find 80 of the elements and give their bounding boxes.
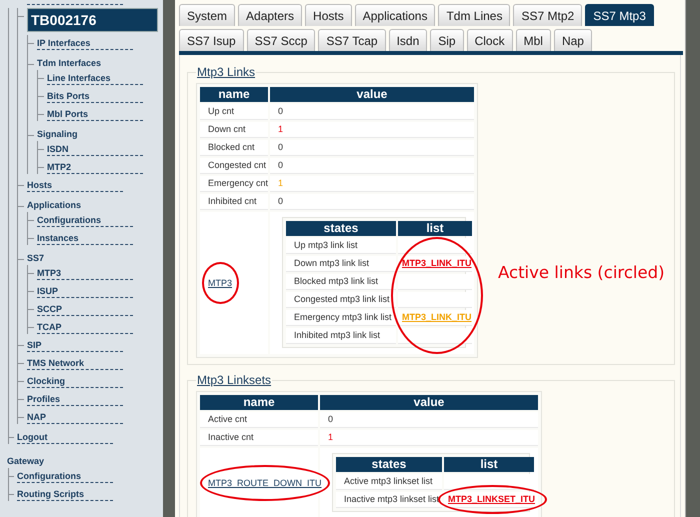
tree-item[interactable]: Configurations (37, 212, 133, 227)
table-cell: 0 (270, 194, 474, 210)
table-cell: Up cnt (200, 104, 268, 120)
table-cell: Down cnt (200, 122, 268, 138)
column-header: list (398, 221, 472, 236)
table-cell: 1 (270, 176, 474, 192)
tree-item[interactable]: TMS Network (27, 355, 123, 370)
table-cell: Inhibited cnt (200, 194, 268, 210)
tab[interactable]: Applications (354, 4, 436, 26)
tab[interactable]: SS7 Mtp2 (513, 4, 582, 26)
tab[interactable]: Mbl (516, 29, 551, 51)
tree-item[interactable]: Signaling (37, 127, 163, 141)
selected-tree-item[interactable]: TB002176 (27, 8, 158, 32)
table-cell: 1 (270, 122, 474, 138)
table-cell: 0 (270, 140, 474, 156)
tree-item[interactable]: SS7 (27, 251, 163, 265)
table-cell: 0 (320, 412, 538, 428)
table-cell: Congested cnt (200, 158, 268, 174)
tree-item[interactable]: Instances (37, 230, 133, 245)
column-header: name (200, 395, 318, 410)
tree-item[interactable]: Clocking (27, 373, 123, 388)
tree-item[interactable]: NAP (27, 409, 123, 424)
table-cell: Inhibited mtp3 link list (286, 328, 396, 344)
tree-item[interactable]: Bits Ports (47, 88, 143, 103)
tree-item[interactable]: Tdm Interfaces (37, 56, 163, 70)
tab[interactable]: Sip (430, 29, 464, 51)
link-name[interactable]: MTP3_LINK_ITU (402, 258, 472, 268)
tree-item[interactable]: ISDN (47, 141, 143, 156)
tree-item[interactable]: SIP (27, 337, 123, 352)
column-header: list (444, 457, 534, 472)
table-cell: 0 (270, 104, 474, 120)
tab[interactable]: Adapters (238, 4, 302, 26)
section-title: Mtp3 Links (196, 65, 256, 79)
column-header: states (286, 221, 396, 236)
sidebar-heading: Gateway (7, 456, 46, 466)
table-cell: Emergency cnt (200, 176, 268, 192)
logout-link[interactable]: Logout (17, 429, 113, 444)
section-title: Mtp3 Linksets (196, 373, 272, 387)
tree-item[interactable]: Mbl Ports (47, 106, 143, 121)
name-link[interactable]: MTP3 (208, 278, 232, 288)
table-cell: Up mtp3 link list (286, 238, 396, 254)
column-header: value (270, 87, 474, 102)
tab[interactable]: Nap (554, 29, 592, 51)
tree-item[interactable]: Routing Scripts (17, 486, 113, 501)
tree-item[interactable]: SCCP (37, 301, 133, 316)
table-cell: Inactive cnt (200, 430, 318, 446)
tab[interactable]: Clock (466, 29, 513, 51)
tree-item[interactable]: ISUP (37, 283, 133, 298)
tab[interactable]: SS7 Tcap (318, 29, 386, 51)
table-cell: Active cnt (200, 412, 318, 428)
tree-item[interactable]: Applications (27, 198, 163, 212)
table-cell: Active mtp3 linkset list (336, 474, 442, 490)
column-header: name (200, 87, 268, 102)
table-cell: 1 (320, 430, 538, 446)
tree-item[interactable]: Profiles (27, 391, 123, 406)
table-cell: Blocked mtp3 link list (286, 274, 396, 290)
tree-item[interactable]: MTP2 (47, 159, 143, 174)
tree-item[interactable]: Line Interfaces (47, 70, 143, 85)
annotation-text: Active links (circled) (498, 263, 665, 282)
column-header: value (320, 395, 538, 410)
table-cell: Down mtp3 link list (286, 256, 396, 272)
tab[interactable]: SS7 Mtp3 (585, 4, 654, 26)
tab[interactable]: System (179, 4, 236, 26)
tree-item[interactable]: IP Interfaces (37, 35, 133, 50)
name-link[interactable]: MTP3_ROUTE_DOWN_ITU (208, 478, 322, 488)
tree-item[interactable]: Hosts (27, 177, 123, 192)
tab[interactable]: Hosts (305, 4, 352, 26)
tab[interactable]: SS7 Isup (179, 29, 244, 51)
table-cell: 0 (270, 158, 474, 174)
tree-item[interactable]: TCAP (37, 319, 133, 334)
table-cell: Emergency mtp3 link list (286, 310, 396, 326)
tab[interactable]: Tdm Lines (438, 4, 510, 26)
tab[interactable]: SS7 Sccp (246, 29, 316, 51)
column-header: states (336, 457, 442, 472)
link-name[interactable]: MTP3_LINKSET_ITU (448, 494, 536, 504)
table-cell: Blocked cnt (200, 140, 268, 156)
table-cell: Congested mtp3 link list (286, 292, 396, 308)
tab[interactable]: Isdn (388, 29, 428, 51)
tree-item[interactable]: Configurations (17, 468, 113, 483)
tree-item[interactable]: MTP3 (37, 265, 133, 280)
